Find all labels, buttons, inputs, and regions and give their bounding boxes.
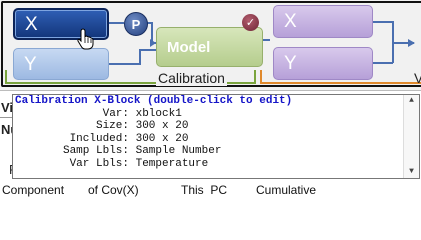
arrowhead-val xyxy=(408,39,415,47)
tooltip-row-included: Included: 300 x 20 xyxy=(13,133,419,146)
tooltip-value: xblock1 xyxy=(135,107,182,120)
tooltip-scrollbar[interactable]: ▲ ▼ xyxy=(403,95,419,178)
tooltip-value: Sample Number xyxy=(135,145,222,157)
tooltip-key: Var Lbls: xyxy=(69,157,129,170)
connector-x-val-out xyxy=(373,21,414,44)
tooltip-key: Size: xyxy=(95,120,129,132)
validation-x-label: X xyxy=(284,11,297,32)
variance-table-header: Component of Cov(X) This PC Cumulative xyxy=(0,182,421,203)
validation-x-block[interactable]: X xyxy=(273,5,373,38)
header-cov: of Cov(X) xyxy=(88,183,139,197)
tooltip-key: Included: xyxy=(69,132,129,145)
header-cumulative: Cumulative xyxy=(256,183,317,197)
analysis-flow-panel: X Y P Model ✓ X Y Calibration V xyxy=(0,0,421,91)
preprocess-badge[interactable]: P xyxy=(124,12,148,36)
model-status-check-icon: ✓ xyxy=(242,14,259,31)
connector-y-to-model xyxy=(109,49,156,65)
tooltip-row-size: Size: 300 x 20 xyxy=(13,120,419,133)
hand-cursor-icon xyxy=(77,28,94,50)
header-this-pc: This PC xyxy=(181,183,228,197)
validation-group-bracket xyxy=(260,70,421,84)
tooltip-row-sample-labels: Samp Lbls: Sample Number xyxy=(13,145,419,158)
model-block[interactable]: Model xyxy=(156,27,263,67)
scroll-up-icon[interactable]: ▲ xyxy=(404,95,419,107)
tooltip-key: Samp Lbls: xyxy=(62,145,129,157)
tooltip-row-variable-labels: Var Lbls: Temperature xyxy=(13,158,419,171)
header-component: Component xyxy=(2,183,65,197)
tooltip-title: Calibration X-Block (double-click to edi… xyxy=(15,95,293,107)
preprocess-badge-letter: P xyxy=(131,16,141,32)
calibration-x-label: X xyxy=(25,13,38,35)
tooltip-value: Temperature xyxy=(135,157,209,170)
validation-group-label: V xyxy=(414,70,421,86)
calibration-group-label: Calibration xyxy=(156,70,227,86)
model-label: Model xyxy=(167,38,211,56)
x-block-tooltip: Calibration X-Block (double-click to edi… xyxy=(12,94,420,179)
scroll-down-icon[interactable]: ▼ xyxy=(404,166,419,178)
tooltip-row-var: Var: xblock1 xyxy=(13,108,419,121)
tooltip-value: 300 x 20 xyxy=(135,120,189,132)
background-divider xyxy=(0,117,12,118)
tooltip-key: Var: xyxy=(102,107,129,120)
tooltip-value: 300 x 20 xyxy=(135,132,189,145)
